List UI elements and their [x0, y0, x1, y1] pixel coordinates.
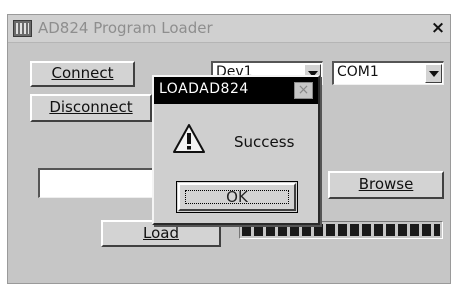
success-dialog: LOADAD824 × Success OK: [152, 75, 320, 225]
browse-button-label: Browse: [358, 175, 414, 193]
disconnect-button-label: Disconnect: [49, 98, 133, 116]
dialog-close-icon[interactable]: ×: [294, 82, 313, 99]
warning-icon: [173, 124, 205, 153]
browse-button[interactable]: Browse: [328, 171, 444, 199]
dialog-message: Success: [234, 133, 295, 151]
ok-button-label: OK: [226, 188, 248, 206]
port-select[interactable]: COM1: [332, 61, 444, 85]
connect-button[interactable]: Connect: [30, 61, 135, 87]
file-path-input[interactable]: [38, 168, 168, 198]
connect-button-label: Connect: [51, 64, 114, 82]
close-icon[interactable]: ×: [429, 18, 447, 38]
port-select-value: COM1: [337, 64, 379, 80]
window-title: AD824 Program Loader: [38, 19, 213, 37]
progress-fill: [242, 224, 440, 236]
chevron-down-icon[interactable]: [425, 64, 442, 83]
app-icon: [13, 20, 32, 37]
disconnect-button[interactable]: Disconnect: [30, 94, 152, 122]
title-bar: AD824 Program Loader ×: [8, 15, 450, 43]
dialog-title: LOADAD824: [159, 81, 249, 97]
dialog-title-bar: LOADAD824 ×: [154, 77, 318, 104]
load-button-label: Load: [143, 224, 179, 242]
ok-button[interactable]: OK: [176, 181, 298, 213]
